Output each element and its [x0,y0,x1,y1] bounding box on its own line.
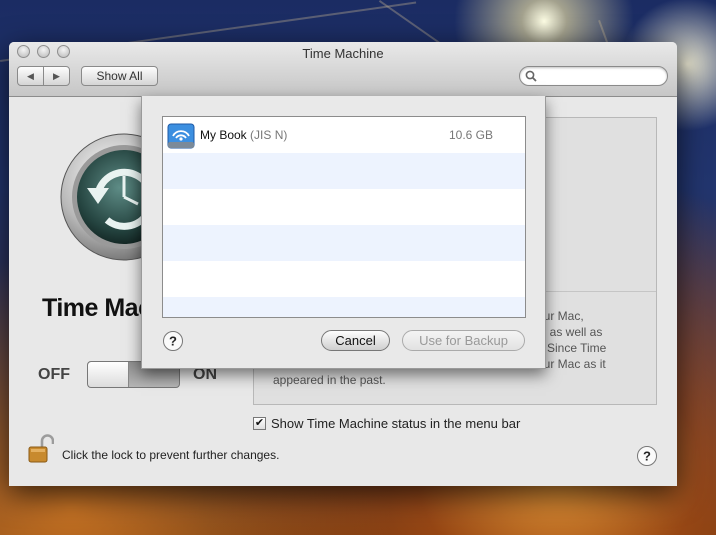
back-arrow-icon[interactable]: ◀ [18,67,43,85]
select-disk-sheet: My Book (JIS N) 10.6 GB ? Cancel Use for… [141,96,546,369]
checkmark-icon: ✔ [254,417,265,429]
help-icon[interactable]: ? [636,445,658,467]
disk-list[interactable]: My Book (JIS N) 10.6 GB [162,116,526,318]
list-row-empty [163,297,525,317]
airport-disk-icon [167,123,195,149]
svg-text:?: ? [169,334,177,349]
menu-bar-status-option[interactable]: ✔ Show Time Machine status in the menu b… [253,416,520,431]
lock-label: Click the lock to prevent further change… [62,448,280,462]
show-all-button[interactable]: Show All [81,66,158,86]
disk-name: My Book (JIS N) [200,128,287,142]
sheet-help-icon[interactable]: ? [162,330,184,352]
cancel-button[interactable]: Cancel [321,330,390,351]
svg-text:?: ? [643,449,651,464]
search-field[interactable] [519,66,668,86]
window-title: Time Machine [302,46,384,61]
disk-subtitle: (JIS N) [250,128,288,142]
info-line: appeared in the past. [273,373,386,387]
search-icon [525,70,537,82]
window-toolbar: Time Machine ◀ ▶ Show All [9,42,677,97]
list-row-empty [163,225,525,261]
switch-knob[interactable] [88,362,129,387]
unlocked-padlock-icon[interactable] [28,434,54,464]
status-checkbox[interactable]: ✔ [253,417,266,430]
list-row-empty [163,153,525,189]
disk-row[interactable]: My Book (JIS N) 10.6 GB [163,117,525,153]
status-checkbox-label[interactable]: Show Time Machine status in the menu bar [271,416,520,431]
use-for-backup-button[interactable]: Use for Backup [402,330,525,351]
lock-area: Click the lock to prevent further change… [28,434,279,464]
list-row-empty [163,189,525,225]
switch-off-label: OFF [38,366,70,383]
forward-arrow-icon[interactable]: ▶ [43,67,69,85]
back-forward-control[interactable]: ◀ ▶ [17,66,70,86]
disk-size: 10.6 GB [448,128,493,142]
disk-name-text: My Book [200,128,247,142]
list-row-empty [163,261,525,297]
